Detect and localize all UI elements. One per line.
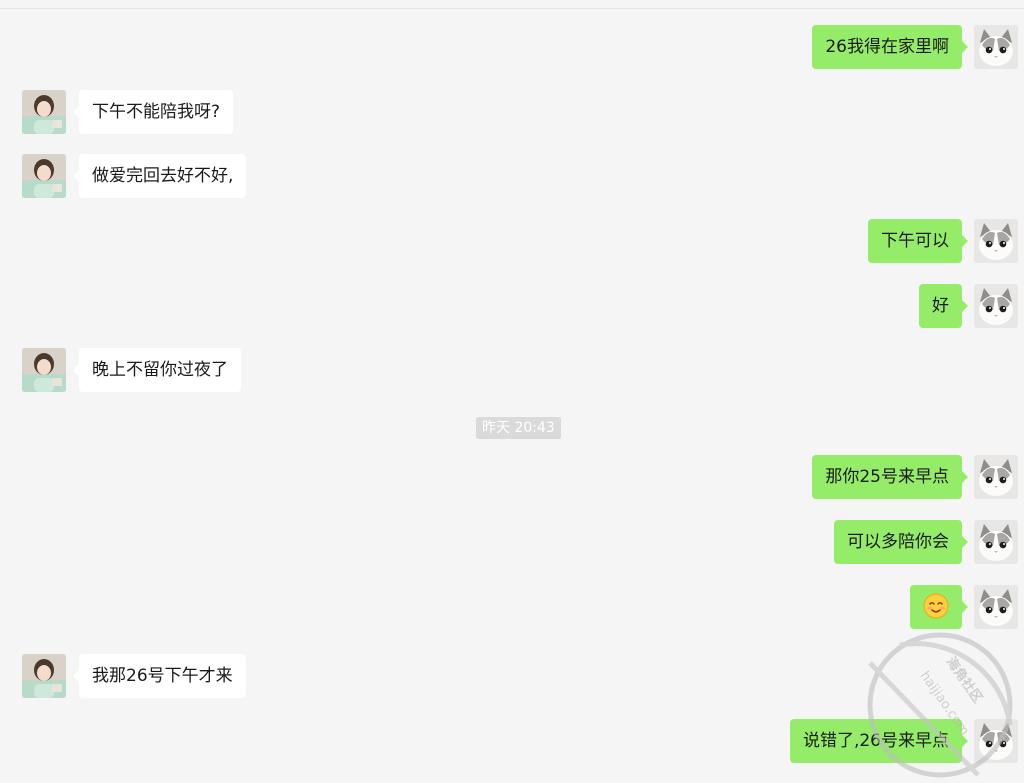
message-bubble-received[interactable]: 晚上不留你过夜了 [73,348,241,392]
cat-avatar[interactable] [974,284,1018,328]
girl-avatar[interactable] [22,348,66,392]
watermark-logo: 海角社区 haijiao.com [867,632,1013,778]
message-bubble-received[interactable]: 下午不能陪我呀? [72,90,234,134]
cat-avatar[interactable] [974,520,1018,564]
top-divider [0,8,1024,9]
message-text: 我那26号下午才来 [92,666,233,686]
message-bubble-sent[interactable] [910,585,968,629]
message-text: 好 [932,296,949,316]
cat-avatar[interactable] [974,219,1018,263]
message-text: 下午不能陪我呀? [92,102,221,122]
message-bubble-sent[interactable]: 好 [919,284,968,328]
message-text: 26我得在家里啊 [825,37,949,57]
timestamp-label: 昨天 20:43 [476,417,561,439]
smiling-face-emoji-icon [923,593,949,618]
message-bubble-received[interactable]: 做爱完回去好不好, [72,154,247,198]
girl-avatar[interactable] [22,154,66,198]
cat-avatar[interactable] [974,585,1018,629]
message-bubble-received[interactable]: 我那26号下午才来 [73,654,246,698]
message-text: 那你25号来早点 [825,467,949,487]
message-text: 可以多陪你会 [847,532,949,552]
message-bubble-sent[interactable]: 可以多陪你会 [834,520,968,564]
cat-avatar[interactable] [974,25,1018,69]
message-bubble-sent[interactable]: 那你25号来早点 [812,455,968,499]
message-bubble-sent[interactable]: 26我得在家里啊 [812,25,968,69]
cat-avatar[interactable] [974,455,1018,499]
message-text: 下午可以 [881,231,949,251]
girl-avatar[interactable] [22,654,66,698]
message-text: 做爱完回去好不好, [92,166,234,186]
message-bubble-sent[interactable]: 下午可以 [868,219,968,263]
girl-avatar[interactable] [22,90,66,134]
message-text: 晚上不留你过夜了 [92,360,228,380]
